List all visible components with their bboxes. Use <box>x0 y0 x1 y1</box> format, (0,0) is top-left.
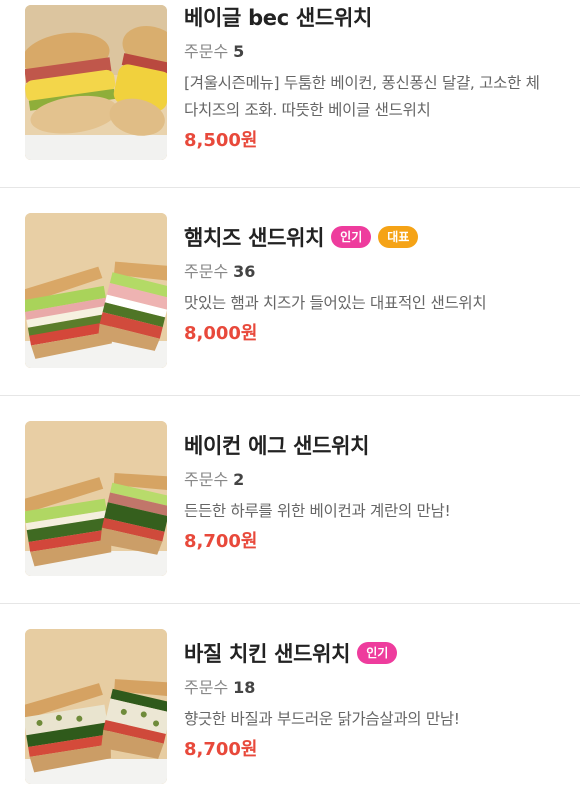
menu-item-orders: 주문수 2 <box>184 469 564 491</box>
bacon-egg-sandwich-image <box>25 421 167 576</box>
menu-item-info: 바질 치킨 샌드위치 인기 주문수 18 향긋한 바질과 부드러운 닭가슴살과의 … <box>184 638 564 763</box>
menu-item-bagel-bec-sandwich[interactable]: 베이글 bec 샌드위치 주문수 5 [겨울시즌메뉴] 두툼한 베이컨, 퐁신퐁신… <box>0 0 580 186</box>
menu-item-info: 햄치즈 샌드위치 인기 대표 주문수 36 맛있는 햄과 치즈가 들어있는 대표적… <box>184 222 564 347</box>
menu-item-title-row: 햄치즈 샌드위치 인기 대표 <box>184 222 564 252</box>
bagel-bec-sandwich-image <box>25 5 167 160</box>
menu-item-name: 햄치즈 샌드위치 <box>184 226 325 250</box>
menu-item-title-row: 베이컨 에그 샌드위치 <box>184 430 564 460</box>
menu-item-title-row: 바질 치킨 샌드위치 인기 <box>184 638 564 668</box>
menu-item-title-row: 베이글 bec 샌드위치 <box>184 2 564 32</box>
menu-item-name: 바질 치킨 샌드위치 <box>184 642 351 666</box>
menu-item-price: 8,700원 <box>184 531 258 552</box>
menu-item-name: 베이컨 에그 샌드위치 <box>184 434 370 458</box>
orders-label: 주문수 <box>184 42 229 61</box>
menu-item-photo <box>25 5 167 160</box>
orders-label: 주문수 <box>184 262 229 281</box>
ham-cheese-sandwich-image <box>25 213 167 368</box>
menu-item-description: [겨울시즌메뉴] 두툼한 베이컨, 퐁신퐁신 달걀, 고소한 체다치즈의 조화.… <box>184 74 540 119</box>
menu-item-price: 8,500원 <box>184 130 258 151</box>
menu-item-name: 베이글 bec 샌드위치 <box>184 6 372 30</box>
orders-count: 2 <box>233 470 245 489</box>
badge-signature: 대표 <box>378 226 419 248</box>
menu-item-description: 맛있는 햄과 치즈가 들어있는 대표적인 샌드위치 <box>184 294 487 312</box>
menu-item-orders: 주문수 18 <box>184 677 564 699</box>
menu-item-description: 향긋한 바질과 부드러운 닭가슴살과의 만남! <box>184 710 460 728</box>
basil-chicken-sandwich-image <box>25 629 167 784</box>
menu-item-info: 베이글 bec 샌드위치 주문수 5 [겨울시즌메뉴] 두툼한 베이컨, 퐁신퐁신… <box>184 2 564 154</box>
menu-item-orders: 주문수 36 <box>184 261 564 283</box>
menu-item-photo <box>25 213 167 368</box>
orders-count: 18 <box>233 678 256 697</box>
badge-popular: 인기 <box>331 226 372 248</box>
menu-item-bacon-egg-sandwich[interactable]: 베이컨 에그 샌드위치 주문수 2 든든한 하루를 위한 베이컨과 계란의 만남!… <box>0 396 580 582</box>
menu-item-photo <box>25 421 167 576</box>
menu-list: 베이글 bec 샌드위치 주문수 5 [겨울시즌메뉴] 두툼한 베이컨, 퐁신퐁신… <box>0 0 580 787</box>
menu-item-basil-chicken-sandwich[interactable]: 바질 치킨 샌드위치 인기 주문수 18 향긋한 바질과 부드러운 닭가슴살과의 … <box>0 604 580 790</box>
menu-item-ham-cheese-sandwich[interactable]: 햄치즈 샌드위치 인기 대표 주문수 36 맛있는 햄과 치즈가 들어있는 대표적… <box>0 188 580 374</box>
menu-item-price: 8,700원 <box>184 739 258 760</box>
badge-popular: 인기 <box>357 642 398 664</box>
menu-item-orders: 주문수 5 <box>184 41 564 63</box>
menu-item-description: 든든한 하루를 위한 베이컨과 계란의 만남! <box>184 502 451 520</box>
orders-label: 주문수 <box>184 470 229 489</box>
orders-label: 주문수 <box>184 678 229 697</box>
orders-count: 36 <box>233 262 256 281</box>
menu-item-photo <box>25 629 167 784</box>
menu-item-info: 베이컨 에그 샌드위치 주문수 2 든든한 하루를 위한 베이컨과 계란의 만남!… <box>184 430 564 555</box>
orders-count: 5 <box>233 42 245 61</box>
menu-item-price: 8,000원 <box>184 323 258 344</box>
